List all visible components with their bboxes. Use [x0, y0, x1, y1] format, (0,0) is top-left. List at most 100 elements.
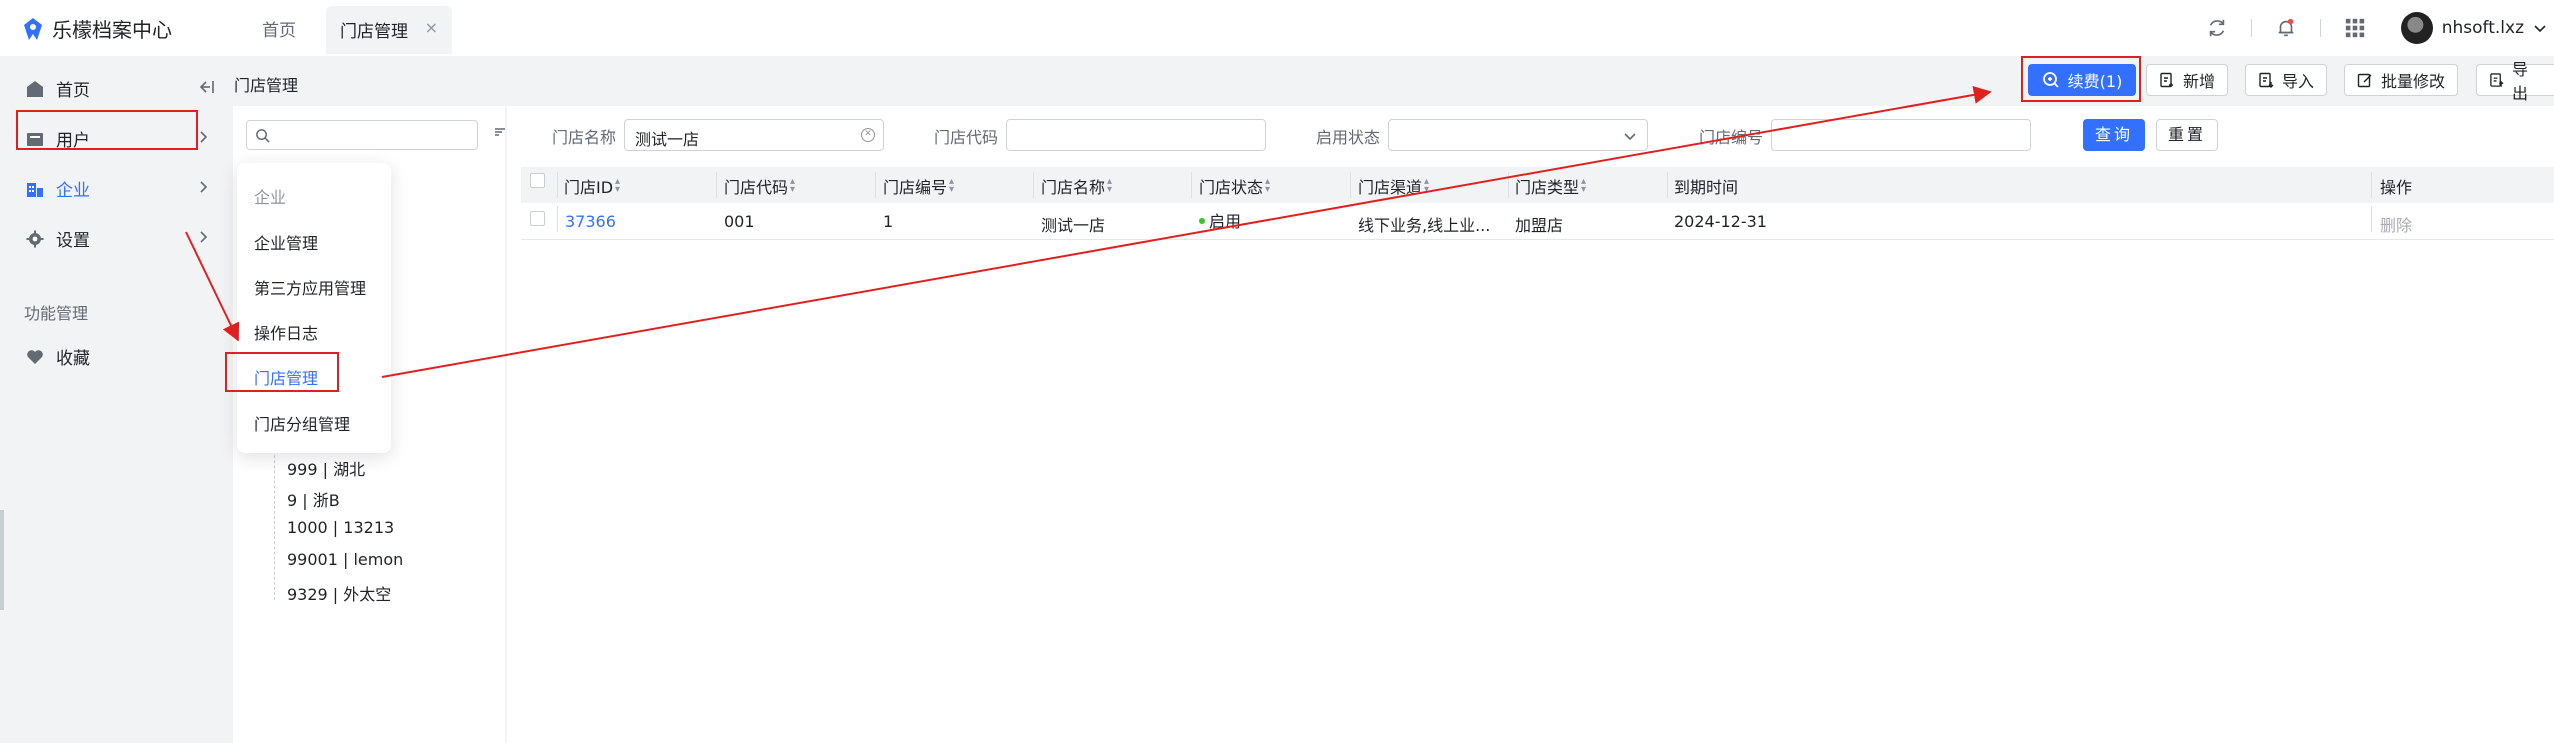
submenu-item-operation-log[interactable]: 操作日志: [254, 320, 318, 344]
column-header-label: 门店类型: [1515, 178, 1580, 197]
sort-icon[interactable]: ▴ ▾: [1107, 177, 1112, 195]
top-right-actions: nhsoft.lxz: [2205, 10, 2554, 46]
column-header-label: 门店名称: [1041, 178, 1106, 197]
query-button[interactable]: 查询: [2083, 119, 2145, 151]
column-header-store-status[interactable]: 门店状态 ▴ ▾: [1199, 174, 1270, 198]
column-header-label: 门店ID: [564, 178, 614, 197]
sort-icon[interactable]: ▴ ▾: [615, 177, 620, 195]
cell-store-name: 测试一店: [1041, 216, 1106, 235]
row-checkbox[interactable]: [530, 211, 545, 226]
delete-link[interactable]: 删除: [2380, 212, 2412, 236]
chevron-right-icon[interactable]: [196, 130, 210, 144]
column-header-label: 到期时间: [1674, 178, 1739, 197]
sidebar-item-label: 设置: [56, 231, 90, 251]
sidebar-item-home[interactable]: 首页: [26, 76, 90, 101]
column-header-store-name[interactable]: 门店名称 ▴ ▾: [1041, 174, 1112, 198]
column-divider: [1350, 172, 1351, 198]
gear-icon: [26, 230, 44, 247]
tree-search-input[interactable]: [246, 120, 478, 150]
cell-store-code: 001: [724, 212, 755, 231]
column-header-expire-date: 到期时间: [1674, 174, 1738, 198]
column-header-actions: 操作: [2380, 174, 2412, 198]
sort-icon[interactable]: [494, 126, 506, 138]
breadcrumb: 门店管理: [234, 76, 299, 95]
tab-label: 门店管理: [340, 22, 408, 42]
select-all-checkbox[interactable]: [530, 173, 545, 188]
sidebar-item-label: 首页: [56, 81, 90, 101]
building-icon: [27, 182, 43, 197]
sort-icon[interactable]: ▴ ▾: [790, 177, 795, 195]
refresh-icon[interactable]: [2205, 16, 2229, 40]
clear-icon[interactable]: ✕: [861, 128, 875, 142]
column-divider: [1667, 172, 1668, 198]
chevron-down-icon: [1624, 133, 1636, 141]
sort-icon[interactable]: ▴ ▾: [949, 177, 954, 195]
tab-store-management[interactable]: 门店管理 ×: [326, 6, 452, 54]
column-divider: [2371, 206, 2372, 232]
close-icon[interactable]: ×: [425, 18, 438, 37]
cell-store-type: 加盟店: [1515, 216, 1564, 235]
tree-node[interactable]: 1000 | 13213: [287, 518, 394, 537]
sidebar-item-enterprise[interactable]: 企业: [26, 176, 90, 201]
column-header-label: 门店渠道: [1358, 178, 1423, 197]
sort-icon[interactable]: ▴ ▾: [1581, 177, 1586, 195]
bell-icon[interactable]: [2274, 16, 2298, 40]
tree-node[interactable]: 99001 | lemon: [287, 550, 403, 569]
tree-node[interactable]: 9 | 浙B: [287, 487, 340, 511]
chevron-right-icon[interactable]: [196, 230, 210, 244]
column-divider: [557, 206, 558, 232]
status-select[interactable]: [1388, 119, 1648, 151]
submenu-item-third-party-apps[interactable]: 第三方应用管理: [254, 275, 366, 299]
divider: [2250, 19, 2252, 37]
sidebar-item-favorites[interactable]: 收藏: [26, 344, 90, 369]
avatar[interactable]: [2400, 12, 2433, 44]
annotation-box-renew: [2021, 56, 2141, 102]
cell-store-id[interactable]: 37366: [565, 212, 616, 231]
sort-icon[interactable]: ▴ ▾: [1265, 177, 1270, 195]
batch-edit-button[interactable]: 批量修改: [2344, 64, 2459, 96]
username[interactable]: nhsoft.lxz: [2442, 18, 2524, 38]
divider: [2319, 19, 2321, 37]
search-icon: [256, 129, 270, 143]
sidebar-item-settings[interactable]: 设置: [26, 226, 90, 251]
chevron-right-icon[interactable]: [196, 180, 210, 194]
store-code-input[interactable]: [1006, 119, 1266, 151]
column-header-store-id[interactable]: 门店ID ▴ ▾: [564, 174, 620, 198]
tab-home[interactable]: 首页: [262, 16, 296, 41]
column-header-store-code[interactable]: 门店代码 ▴ ▾: [724, 174, 795, 198]
sort-icon[interactable]: ▴ ▾: [1424, 177, 1429, 195]
store-number-input[interactable]: [1771, 119, 2031, 151]
column-header-store-number[interactable]: 门店编号 ▴ ▾: [883, 174, 954, 198]
filter-label-status: 启用状态: [1316, 128, 1381, 147]
add-button[interactable]: 新增: [2146, 64, 2229, 96]
tree-node[interactable]: 9329 | 外太空: [287, 581, 391, 605]
top-bar: 乐檬档案中心 首页 门店管理 × nhsoft.lxz: [0, 0, 2554, 56]
reset-button[interactable]: 重置: [2156, 119, 2218, 151]
store-name-value: 测试一店: [635, 130, 700, 149]
submenu-item-store-group-management[interactable]: 门店分组管理: [254, 411, 350, 435]
batch-edit-label: 批量修改: [2381, 72, 2446, 91]
store-name-input[interactable]: 测试一店 ✕: [624, 119, 884, 151]
tree-node[interactable]: 999 | 湖北: [287, 456, 365, 480]
chevron-down-icon[interactable]: [2532, 20, 2548, 36]
column-divider: [557, 172, 558, 198]
column-header-label: 门店代码: [724, 178, 789, 197]
column-divider: [1033, 172, 1034, 198]
filter-label-store-code: 门店代码: [934, 128, 999, 147]
export-label: 导出: [2512, 60, 2529, 103]
column-header-store-channel[interactable]: 门店渠道 ▴ ▾: [1358, 174, 1429, 198]
import-button[interactable]: 导入: [2245, 64, 2328, 96]
row-divider: [521, 239, 2554, 240]
apps-grid-icon[interactable]: [2343, 16, 2367, 40]
column-header-label: 门店编号: [883, 178, 948, 197]
add-doc-icon: [2160, 72, 2173, 88]
cell-store-channel: 线下业务,线上业...: [1358, 216, 1491, 235]
app-logo[interactable]: 乐檬档案中心: [22, 14, 172, 43]
section-label: 功能管理: [24, 304, 89, 323]
column-divider: [1191, 172, 1192, 198]
export-button[interactable]: 导出: [2476, 60, 2554, 103]
import-label: 导入: [2282, 72, 2315, 91]
column-header-store-type[interactable]: 门店类型 ▴ ▾: [1515, 174, 1586, 198]
submenu-item-enterprise-management[interactable]: 企业管理: [254, 230, 318, 254]
collapse-sidebar-icon[interactable]: [198, 78, 216, 96]
